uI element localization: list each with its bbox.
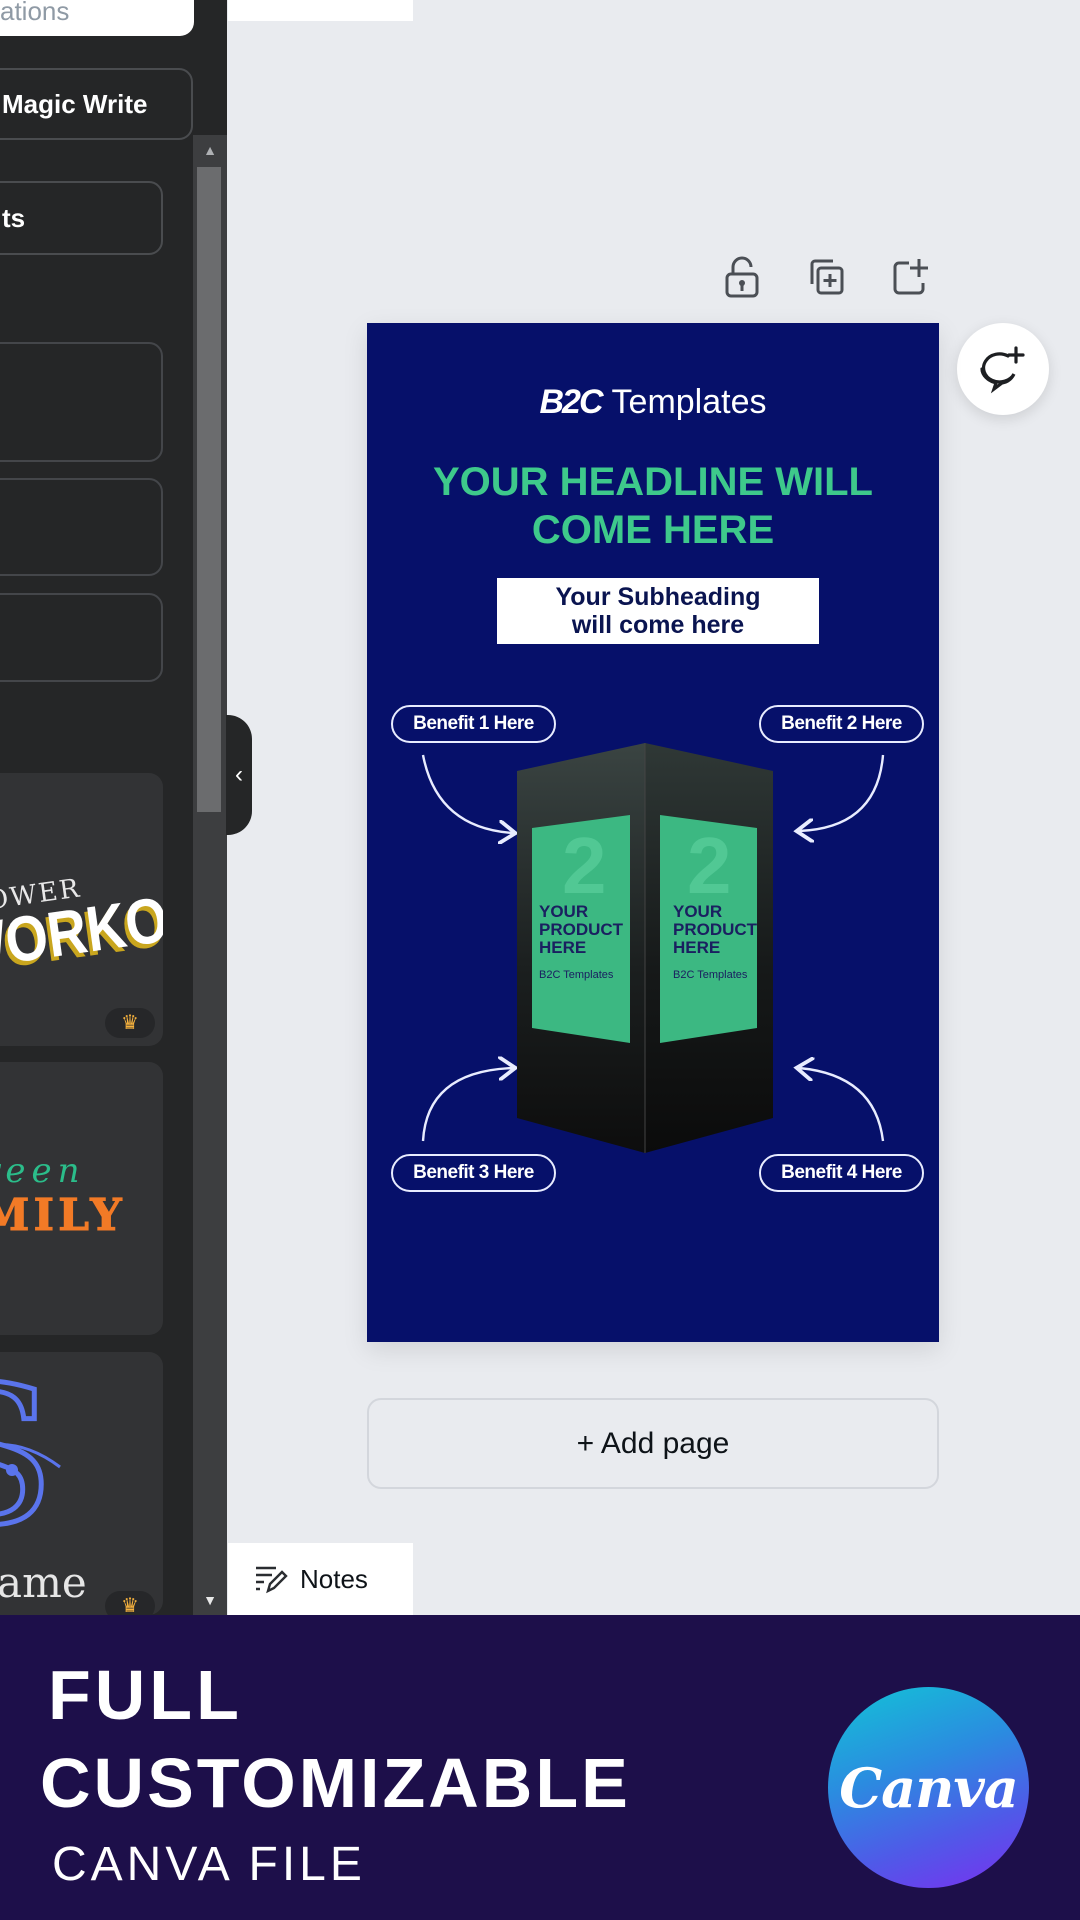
top-bar-fragment: [228, 0, 413, 21]
add-page-icon[interactable]: [888, 255, 932, 299]
search-input-text: ations: [0, 0, 70, 26]
tile-3-line2: name: [0, 1558, 87, 1607]
duplicate-page-icon[interactable]: [804, 255, 848, 299]
scroll-down-arrow-icon[interactable]: ▼: [193, 1585, 227, 1615]
search-input[interactable]: ations: [0, 0, 194, 36]
banner-line-1: FULL: [48, 1656, 243, 1734]
product-logo-left: B2C Templates: [539, 969, 614, 981]
text-style-option-3[interactable]: [0, 593, 163, 682]
magic-write-label: Magic Write: [2, 88, 148, 119]
unlock-icon[interactable]: [720, 255, 764, 299]
monogram-preview: S name: [0, 1352, 87, 1607]
product-mockup[interactable]: 2 2 YOUR PRODUCT HERE B2C Templates YOUR…: [517, 743, 777, 1153]
benefit-2-pill[interactable]: Benefit 2 Here: [759, 705, 924, 743]
magic-write-button[interactable]: Magic Write: [0, 68, 193, 140]
workout-text-preview: POWER WORKOUT WORKOUT: [0, 873, 163, 989]
product-text-line-2: PRODUCT: [673, 920, 758, 939]
font-combo-tile-monogram[interactable]: S name ♛: [0, 1352, 163, 1615]
notes-pencil-icon: [256, 1566, 288, 1594]
svg-text:2: 2: [687, 821, 732, 910]
svg-text:2: 2: [562, 821, 607, 910]
side-panel: ations Magic Write ts POWER WORKOUT WORK…: [0, 0, 227, 1615]
tile-2-line2: FAMILY: [0, 1190, 126, 1241]
premium-crown-icon: ♛: [105, 1591, 155, 1615]
benefit-4-pill[interactable]: Benefit 4 Here: [759, 1154, 924, 1192]
tile-2-line1: Green: [0, 1151, 86, 1191]
product-text-line-1: YOUR: [539, 902, 589, 921]
font-combo-tile-family[interactable]: Green FAMILY: [0, 1062, 163, 1335]
side-panel-scrollbar[interactable]: ▲ ▼: [193, 135, 227, 1615]
add-page-button[interactable]: + Add page: [367, 1398, 939, 1489]
benefit-1-pill[interactable]: Benefit 1 Here: [391, 705, 556, 743]
product-text-line-3: HERE: [539, 938, 587, 957]
page-toolbar: [720, 255, 932, 299]
fonts-button-label: ts: [2, 202, 26, 233]
arrow-benefit-4: [799, 1068, 885, 1142]
chevron-left-icon: ‹: [235, 761, 243, 788]
arrow-benefit-1: [421, 754, 513, 833]
product-text-right: YOUR PRODUCT HERE: [673, 903, 757, 957]
design-page[interactable]: B2C Templates YOUR HEADLINE WILL COME HE…: [367, 323, 939, 1342]
text-style-option-1[interactable]: [0, 342, 163, 462]
promo-banner: FULL CUSTOMIZABLE CANVA FILE Canva: [0, 1615, 1080, 1920]
product-text-line-2: PRODUCT: [539, 920, 624, 939]
notes-label: Notes: [300, 1563, 368, 1594]
premium-crown-icon: ♛: [105, 1008, 155, 1038]
arrow-benefit-2: [799, 754, 885, 831]
product-text-line-1: YOUR: [673, 902, 723, 921]
family-text-preview: Green FAMILY: [0, 1151, 126, 1242]
scroll-up-arrow-icon[interactable]: ▲: [193, 135, 227, 165]
product-text-left: YOUR PRODUCT HERE: [539, 903, 623, 957]
fonts-button[interactable]: ts: [0, 181, 163, 255]
benefit-3-pill[interactable]: Benefit 3 Here: [391, 1154, 556, 1192]
canva-editor-screenshot: ations Magic Write ts POWER WORKOUT WORK…: [0, 0, 1080, 1920]
product-logo-right: B2C Templates: [673, 969, 748, 981]
notes-button[interactable]: Notes: [228, 1543, 413, 1615]
add-comment-button[interactable]: [957, 323, 1049, 415]
collapse-panel-button[interactable]: ‹: [226, 715, 252, 835]
banner-line-2: CUSTOMIZABLE: [40, 1744, 631, 1822]
product-text-line-3: HERE: [673, 938, 721, 957]
canva-logo: Canva: [828, 1687, 1029, 1888]
text-style-option-2[interactable]: [0, 478, 163, 576]
font-combo-tile-workout[interactable]: POWER WORKOUT WORKOUT ♛: [0, 773, 163, 1046]
add-comment-icon: [980, 346, 1025, 394]
arrow-benefit-3: [421, 1068, 513, 1142]
scrollbar-thumb[interactable]: [197, 167, 221, 812]
canva-logo-text: Canva: [839, 1755, 1019, 1820]
banner-line-3: CANVA FILE: [52, 1838, 366, 1891]
